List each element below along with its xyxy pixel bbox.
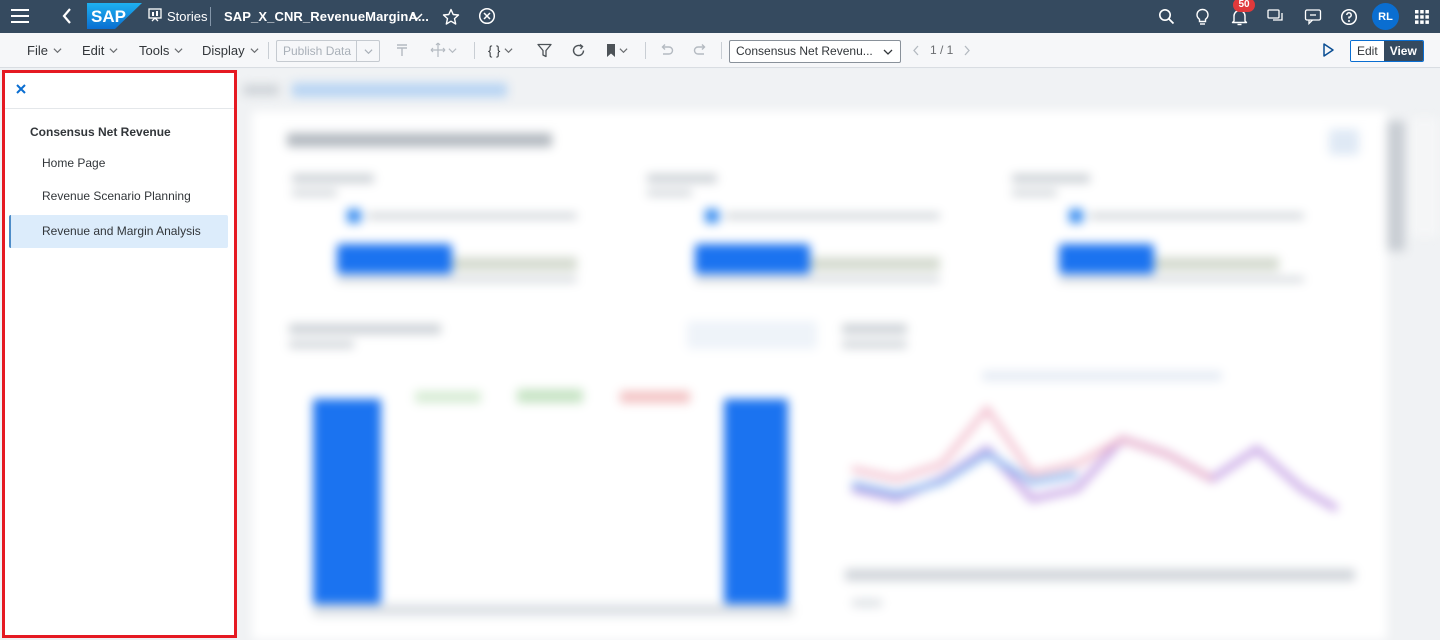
- story-title[interactable]: SAP_X_CNR_RevenueMarginA...: [224, 0, 429, 33]
- nav-item-revenue-and-margin-analysis[interactable]: Revenue and Margin Analysis: [9, 215, 228, 248]
- feedback-icon[interactable]: [1302, 6, 1323, 27]
- page-select-value: Consensus Net Revenu...: [736, 44, 873, 58]
- chevron-down-icon: [619, 47, 628, 53]
- toolbar-divider: [268, 42, 269, 59]
- nav-item-revenue-scenario-planning[interactable]: Revenue Scenario Planning: [9, 180, 228, 213]
- edit-menu[interactable]: Edit: [82, 33, 118, 67]
- move-icon[interactable]: [430, 41, 457, 59]
- notifications-count-badge: 50: [1233, 0, 1255, 12]
- chevron-down-icon: [53, 47, 62, 53]
- file-menu[interactable]: File: [27, 33, 62, 67]
- publish-data-label: Publish Data: [277, 41, 357, 61]
- stories-icon: [148, 8, 162, 25]
- chevron-down-icon: [883, 49, 893, 55]
- chevron-down-icon: [250, 47, 259, 53]
- toolbar-divider: [474, 42, 475, 59]
- story-canvas: [237, 69, 1440, 640]
- sap-logo[interactable]: SAP: [87, 3, 142, 29]
- filter-icon[interactable]: [537, 41, 552, 59]
- help-icon[interactable]: [1338, 6, 1359, 27]
- redo-icon[interactable]: [693, 41, 708, 59]
- formula-menu[interactable]: { }: [488, 33, 513, 67]
- blurred-story-content: [237, 69, 1440, 640]
- close-circle-icon[interactable]: [477, 6, 497, 26]
- product-switch-grid-icon[interactable]: [1411, 6, 1432, 27]
- chevron-down-icon: [504, 47, 513, 53]
- file-menu-label: File: [27, 42, 48, 58]
- lightbulb-icon[interactable]: [1192, 6, 1213, 27]
- stories-label: Stories: [167, 9, 208, 24]
- page-pager: 1 / 1: [912, 33, 971, 67]
- refresh-icon[interactable]: [571, 41, 586, 59]
- view-mode-button[interactable]: View: [1383, 41, 1423, 61]
- chevron-down-icon: [448, 47, 457, 53]
- chevron-down-icon: [174, 47, 183, 53]
- page-select[interactable]: Consensus Net Revenu...: [729, 40, 901, 63]
- format-painter-icon[interactable]: [395, 41, 409, 59]
- search-icon[interactable]: [1156, 6, 1177, 27]
- display-menu[interactable]: Display: [202, 33, 259, 67]
- display-menu-label: Display: [202, 42, 245, 58]
- story-toolbar: File Edit Tools Display Publish Data { }: [0, 33, 1440, 68]
- next-page-icon[interactable]: [963, 45, 971, 56]
- edit-mode-button[interactable]: Edit: [1351, 41, 1384, 61]
- comments-icon[interactable]: [1265, 6, 1286, 27]
- user-avatar[interactable]: RL: [1372, 3, 1399, 30]
- nav-panel-heading[interactable]: Consensus Net Revenue: [30, 125, 171, 139]
- chevron-down-icon: [109, 47, 118, 53]
- svg-text:SAP: SAP: [91, 7, 126, 26]
- stories-link[interactable]: Stories: [148, 0, 207, 33]
- page-counter: 1 / 1: [930, 43, 954, 57]
- previous-page-icon[interactable]: [912, 45, 920, 56]
- nav-item-home-page[interactable]: Home Page: [9, 147, 228, 180]
- tools-menu-label: Tools: [139, 42, 170, 58]
- edit-menu-label: Edit: [82, 42, 105, 58]
- favorite-star-icon[interactable]: [440, 6, 461, 27]
- play-icon[interactable]: [1320, 42, 1338, 60]
- bookmark-icon[interactable]: [605, 41, 628, 59]
- tools-menu[interactable]: Tools: [139, 33, 183, 67]
- panel-divider: [5, 108, 234, 109]
- back-icon[interactable]: [57, 5, 77, 27]
- braces-icon: { }: [488, 42, 501, 58]
- edit-view-toggle: Edit View: [1350, 40, 1424, 62]
- shell-divider: [210, 7, 211, 26]
- shell-bar: SAP Stories SAP_X_CNR_RevenueMarginA...: [0, 0, 1440, 33]
- chevron-down-icon[interactable]: [409, 9, 425, 25]
- publish-data-button[interactable]: Publish Data: [276, 40, 380, 62]
- undo-icon[interactable]: [659, 41, 674, 59]
- toolbar-divider: [645, 42, 646, 59]
- chevron-down-icon[interactable]: [357, 47, 379, 56]
- page-navigation-panel: Consensus Net Revenue Home Page Revenue …: [2, 70, 237, 638]
- hamburger-menu-icon[interactable]: [8, 5, 32, 27]
- close-icon[interactable]: [15, 82, 27, 94]
- toolbar-divider: [721, 42, 722, 59]
